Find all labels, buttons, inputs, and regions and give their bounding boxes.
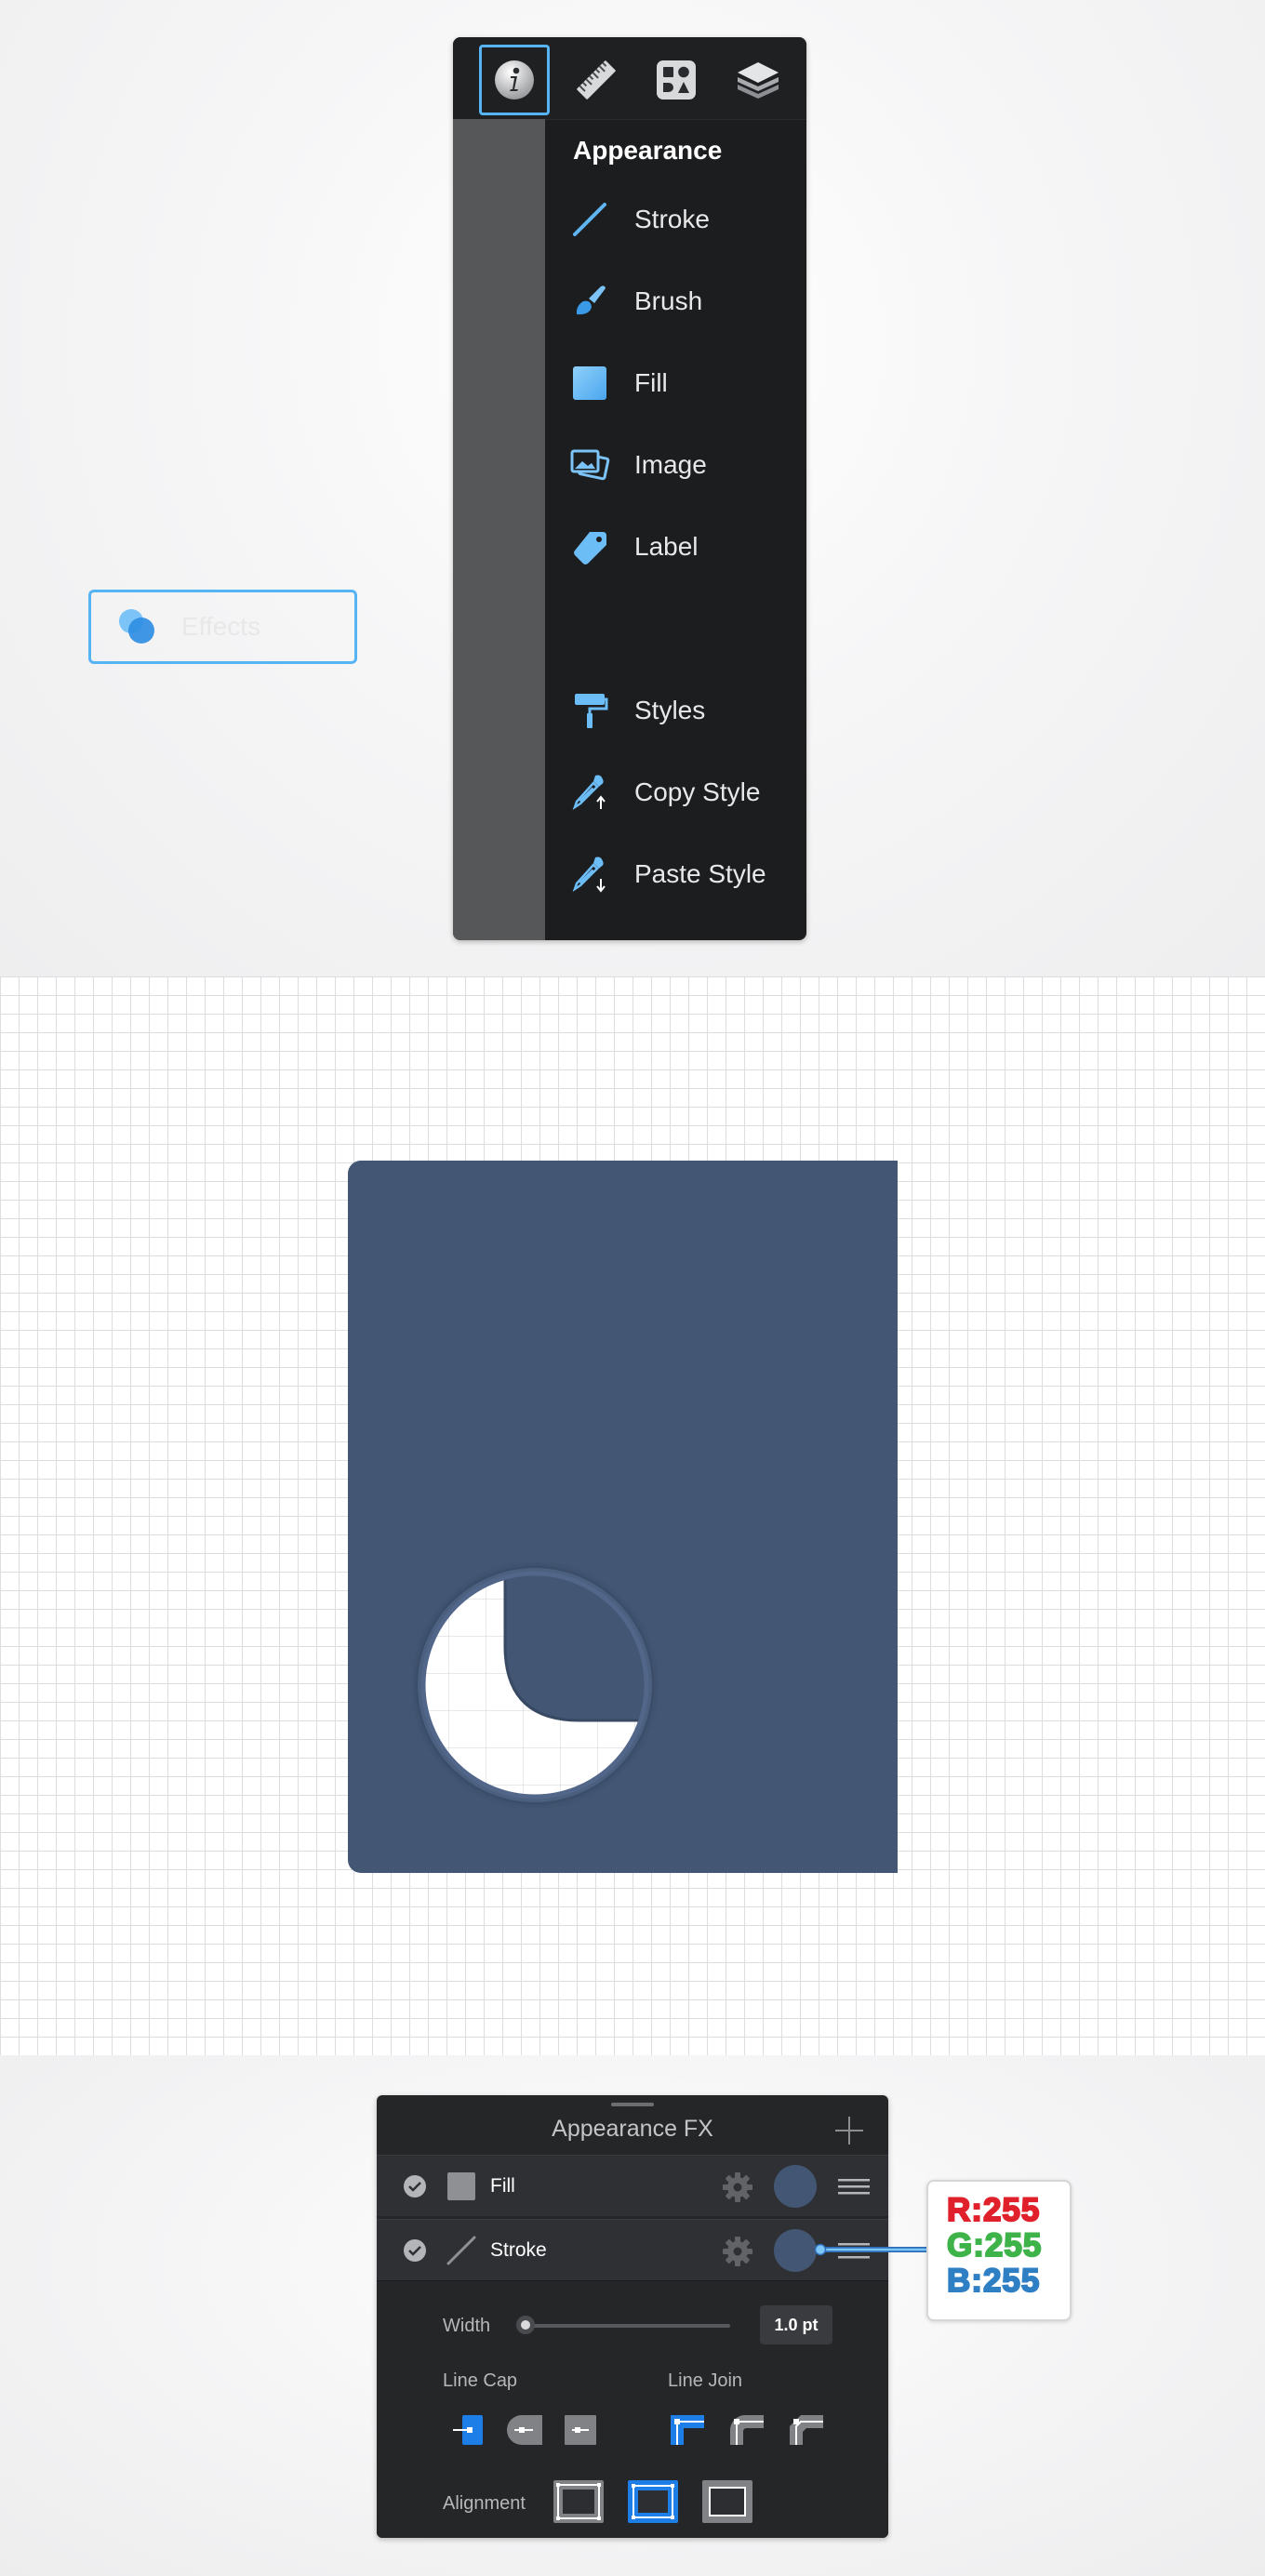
brush-icon xyxy=(576,285,606,315)
red-value: R:255 xyxy=(946,2192,1041,2229)
panel-grip-handle[interactable] xyxy=(611,2103,654,2106)
line-cap-label: Line Cap xyxy=(443,2370,518,2391)
align-inside-option[interactable] xyxy=(553,2480,604,2523)
align-center-option[interactable] xyxy=(628,2480,678,2523)
align-outside-option[interactable] xyxy=(702,2480,752,2523)
menu-item-label: Brush xyxy=(634,286,703,315)
width-label: Width xyxy=(443,2316,491,2336)
stroke-icon xyxy=(573,203,606,236)
menu-item-image[interactable]: Image xyxy=(545,424,806,506)
butt-cap-option[interactable] xyxy=(449,2413,486,2447)
green-value: G:255 xyxy=(946,2227,1043,2264)
add-effect-icon[interactable] xyxy=(832,2114,866,2147)
round-join-option[interactable] xyxy=(728,2413,766,2447)
rgb-value-tooltip: R:255 G:255 B:255 xyxy=(926,2180,1072,2321)
menu-item-copy-style[interactable]: Copy Style xyxy=(545,751,806,833)
bevel-join-option[interactable] xyxy=(788,2413,825,2447)
appearance-fx-panel: Appearance FX Fill Stroke Width 1.0 pt L… xyxy=(377,2095,888,2538)
fill-icon xyxy=(573,366,606,400)
line-join-label: Line Join xyxy=(668,2370,743,2391)
fx-row-label: Stroke xyxy=(490,2239,547,2261)
fill-square-icon xyxy=(447,2172,475,2200)
info-icon xyxy=(495,60,534,100)
menu-item-label-tool[interactable]: Label xyxy=(545,506,806,588)
stroke-color-swatch[interactable] xyxy=(774,2229,817,2272)
enabled-check-icon[interactable] xyxy=(403,2238,427,2263)
width-slider-track[interactable] xyxy=(526,2324,730,2328)
menu-item-label: Stroke xyxy=(634,205,710,233)
image-icon xyxy=(570,449,610,481)
enabled-check-icon[interactable] xyxy=(403,2174,427,2198)
layers-icon xyxy=(738,62,779,99)
alignment-label: Alignment xyxy=(443,2493,526,2514)
menu-item-styles[interactable]: Styles xyxy=(545,670,806,751)
magnifier-shape[interactable] xyxy=(412,1562,659,1809)
menu-item-label: Image xyxy=(634,450,707,479)
gear-icon[interactable] xyxy=(721,2235,754,2268)
menu-item-label: Fill xyxy=(634,368,668,397)
fx-panel-title: Appearance FX xyxy=(552,2116,713,2142)
stroke-settings: Width 1.0 pt Line Cap Line Join Alignmen… xyxy=(377,2280,888,2538)
appearance-title: Appearance xyxy=(573,136,723,165)
color-connector-line xyxy=(815,2243,930,2256)
menu-item-label: Paste Style xyxy=(634,859,766,888)
label-icon xyxy=(574,532,606,564)
shapes-tab-button[interactable] xyxy=(641,45,712,115)
fill-color-swatch[interactable] xyxy=(774,2165,817,2208)
fx-row-stroke[interactable]: Stroke xyxy=(377,2219,888,2280)
square-cap-option[interactable] xyxy=(561,2413,598,2447)
miter-join-option[interactable] xyxy=(669,2413,706,2447)
paste-style-icon xyxy=(572,856,606,893)
menu-item-stroke[interactable]: Stroke xyxy=(545,179,806,260)
copy-style-icon xyxy=(572,775,606,811)
layers-tab-button[interactable] xyxy=(723,45,793,115)
reorder-handle-icon[interactable] xyxy=(838,2178,870,2195)
menu-item-brush[interactable]: Brush xyxy=(545,260,806,342)
stroke-line-icon xyxy=(446,2236,476,2265)
width-value-field[interactable]: 1.0 pt xyxy=(760,2305,832,2344)
menu-item-label: Copy Style xyxy=(634,777,761,806)
inspector-toolbar xyxy=(453,37,806,120)
menu-item-label: Label xyxy=(634,532,699,561)
menu-item-paste-style[interactable]: Paste Style xyxy=(545,833,806,915)
blue-value: B:255 xyxy=(946,2263,1041,2300)
shapes-icon xyxy=(657,60,696,100)
styles-icon xyxy=(575,694,608,728)
gear-icon[interactable] xyxy=(721,2171,754,2204)
menu-item-effects[interactable]: Effects xyxy=(88,590,357,664)
menu-item-label: Effects xyxy=(181,612,261,641)
ruler-tab-button[interactable] xyxy=(561,45,632,115)
width-slider-knob[interactable] xyxy=(516,2316,535,2334)
menu-item-label: Styles xyxy=(634,696,706,724)
effects-icon xyxy=(119,609,154,644)
round-cap-option[interactable] xyxy=(505,2413,542,2447)
fx-row-fill[interactable]: Fill xyxy=(377,2155,888,2216)
fx-row-label: Fill xyxy=(490,2175,515,2197)
menu-item-fill[interactable]: Fill xyxy=(545,342,806,424)
panel-side-strip xyxy=(453,119,545,940)
info-tab-button[interactable] xyxy=(479,45,550,115)
ruler-icon xyxy=(577,60,616,100)
